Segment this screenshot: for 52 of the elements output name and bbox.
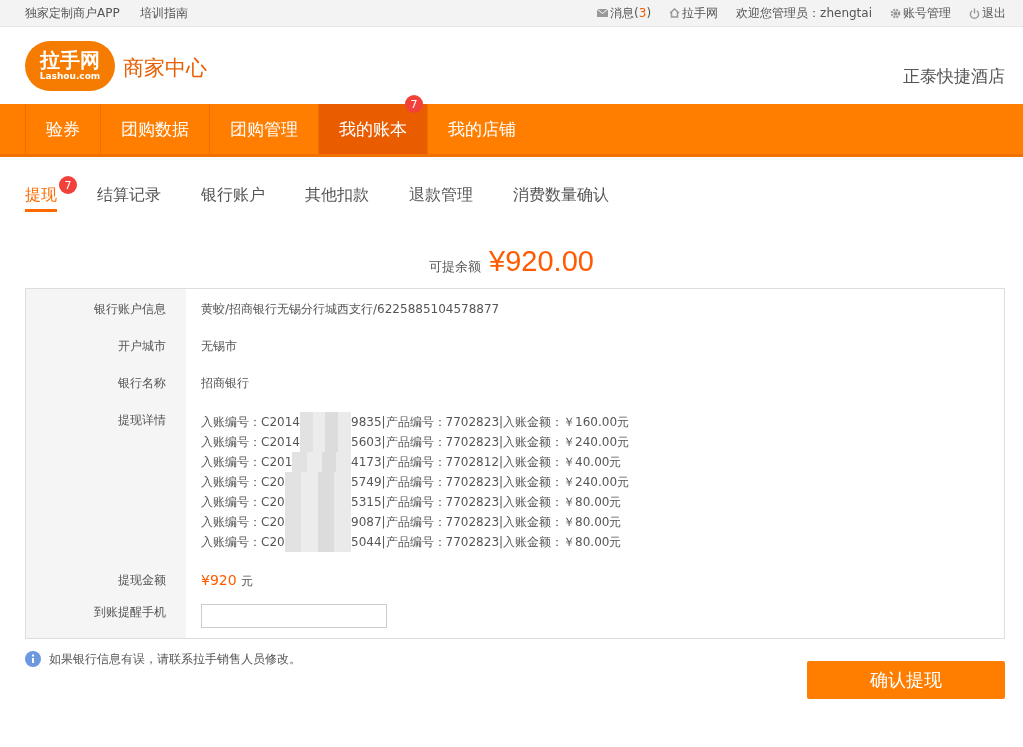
detail-text: 入账编号：C20: [201, 474, 285, 491]
amount-value: ¥920: [201, 572, 237, 588]
field-label: 开户城市: [118, 339, 166, 353]
site-link[interactable]: 拉手网: [682, 4, 719, 22]
detail-text: 9087|产品编号：7702823|入账金额：￥80.00元: [351, 514, 622, 531]
detail-text: 5044|产品编号：7702823|入账金额：￥80.00元: [351, 534, 622, 551]
field-label: 到账提醒手机: [94, 605, 166, 619]
redaction-mosaic: [299, 412, 351, 432]
field-label: 提现金额: [118, 573, 166, 587]
field-label: 银行账户信息: [94, 302, 166, 316]
balance-label: 可提余额: [429, 258, 482, 276]
unit-text: 元: [240, 574, 253, 588]
welcome-text: 欢迎您管理员：zhengtai: [736, 4, 872, 22]
count-badge: 7: [405, 95, 423, 113]
sub-tab[interactable]: 银行账户: [201, 185, 265, 209]
field-value: 黄蛟/招商银行无锡分行城西支行/6225885104578877: [201, 302, 500, 316]
logout-link[interactable]: 退出: [982, 4, 1006, 22]
sub-tab[interactable]: 其他扣款: [305, 185, 369, 209]
field-label: 银行名称: [118, 376, 166, 390]
detail-text: 入账编号：C201: [201, 454, 293, 471]
detail-text: 5749|产品编号：7702823|入账金额：￥240.00元: [351, 474, 630, 491]
field-label: 提现详情: [118, 413, 166, 427]
top-link[interactable]: 独家定制商户APP: [25, 4, 120, 22]
count-badge: 7: [59, 176, 77, 194]
detail-text: 5315|产品编号：7702823|入账金额：￥80.00元: [351, 494, 622, 511]
info-icon: [25, 651, 41, 667]
phone-input-field[interactable]: [201, 604, 387, 628]
shop-name: 正泰快捷酒店: [903, 65, 1005, 88]
mail-icon: [597, 9, 609, 17]
field-value: 无锡市: [201, 339, 237, 353]
detail-text: 入账编号：C2014: [201, 414, 300, 431]
notice-text: 如果银行信息有误，请联系拉手销售人员修改。: [49, 650, 301, 668]
redaction-mosaic: [284, 532, 351, 552]
detail-text: 4173|产品编号：7702812|入账金额：￥40.00元: [351, 454, 622, 471]
detail-text: 5603|产品编号：7702823|入账金额：￥240.00元: [351, 434, 630, 451]
power-icon: [969, 7, 980, 19]
sub-tab[interactable]: 消费数量确认: [513, 185, 609, 209]
detail-text: 9835|产品编号：7702823|入账金额：￥160.00元: [351, 414, 630, 431]
settings-icon: [890, 7, 901, 19]
top-link[interactable]: 培训指南: [139, 4, 188, 22]
sub-tab[interactable]: 结算记录: [97, 185, 161, 209]
page-title: 商家中心: [123, 54, 207, 82]
account-link[interactable]: 账号管理: [903, 4, 951, 22]
messages-link[interactable]: 消息(3): [610, 4, 652, 22]
detail-text: 入账编号：C20: [201, 494, 285, 511]
home-icon: [669, 8, 681, 18]
detail-text: 入账编号：C2014: [201, 434, 300, 451]
detail-text: 入账编号：C20: [201, 514, 285, 531]
balance-amount: ¥920.00: [489, 245, 594, 278]
field-value: 招商银行: [201, 376, 249, 390]
detail-text: 入账编号：C20: [201, 534, 285, 551]
sub-tab[interactable]: 退款管理: [409, 185, 473, 209]
